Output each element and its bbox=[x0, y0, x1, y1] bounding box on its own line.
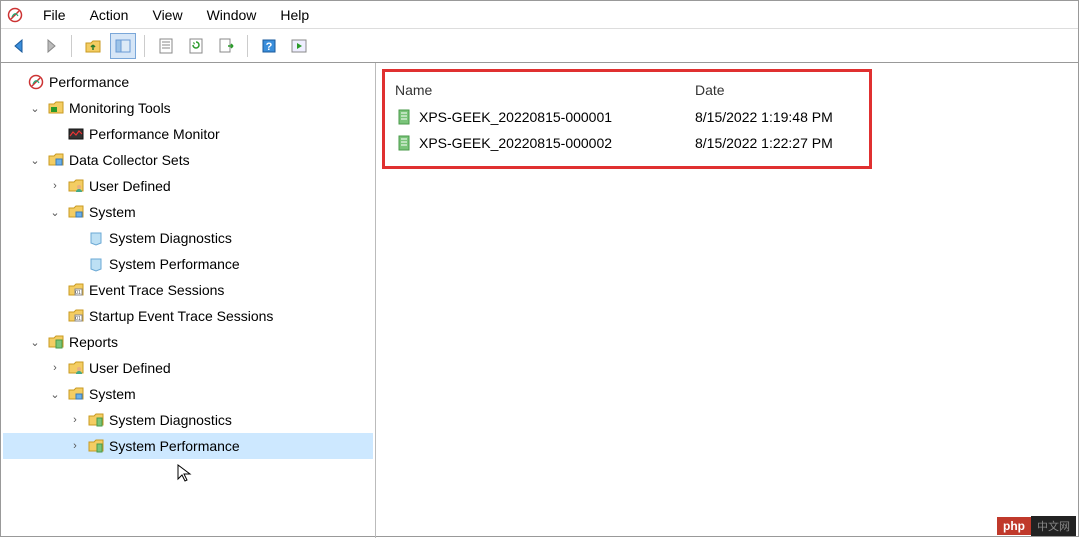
tree-label: System bbox=[89, 386, 136, 402]
folder-report-icon bbox=[87, 437, 105, 455]
tree-label: System Diagnostics bbox=[109, 412, 232, 428]
expander-icon[interactable]: › bbox=[47, 180, 63, 192]
tree-data-collector-sets[interactable]: ⌄ Data Collector Sets bbox=[3, 147, 373, 173]
menu-view[interactable]: View bbox=[148, 5, 186, 25]
list-header: Name Date bbox=[391, 76, 863, 104]
list-item[interactable]: XPS-GEEK_20220815-000001 8/15/2022 1:19:… bbox=[391, 104, 863, 130]
expander-icon[interactable]: ⌄ bbox=[27, 154, 43, 167]
tree-label: Data Collector Sets bbox=[69, 152, 190, 168]
toolbar-separator bbox=[71, 35, 72, 57]
menubar: File Action View Window Help bbox=[1, 1, 1078, 29]
expander-icon[interactable]: › bbox=[67, 414, 83, 426]
app-icon bbox=[7, 7, 23, 23]
content-panel: Name Date XPS-GEEK_20220815-000001 8/15/… bbox=[376, 63, 1078, 538]
collector-icon bbox=[87, 229, 105, 247]
expander-icon[interactable]: ⌄ bbox=[27, 102, 43, 115]
back-button[interactable] bbox=[7, 33, 33, 59]
tree-label: System Performance bbox=[109, 438, 240, 454]
item-date: 8/15/2022 1:19:48 PM bbox=[691, 109, 863, 125]
tree-performance-monitor[interactable]: ▸ Performance Monitor bbox=[3, 121, 373, 147]
tree-label: System bbox=[89, 204, 136, 220]
folder-reports-icon bbox=[47, 333, 65, 351]
report-icon bbox=[395, 108, 413, 126]
expander-icon[interactable]: › bbox=[47, 362, 63, 374]
menu-help[interactable]: Help bbox=[276, 5, 313, 25]
expander-icon[interactable]: › bbox=[67, 440, 83, 452]
mouse-cursor-icon bbox=[176, 463, 196, 483]
tree-event-trace-sessions[interactable]: ▸ 01 Event Trace Sessions bbox=[3, 277, 373, 303]
tree-label: Performance bbox=[49, 74, 129, 90]
report-icon bbox=[395, 134, 413, 152]
tree-panel: ▾ Performance ⌄ Monitoring Tools ▸ Perfo… bbox=[1, 63, 376, 538]
properties-button[interactable] bbox=[153, 33, 179, 59]
menu-file[interactable]: File bbox=[39, 5, 70, 25]
folder-trace-icon: 01 bbox=[67, 307, 85, 325]
folder-user-icon bbox=[67, 177, 85, 195]
tree-dcs-user-defined[interactable]: › User Defined bbox=[3, 173, 373, 199]
tree-dcs-system-diagnostics[interactable]: ▸ System Diagnostics bbox=[3, 225, 373, 251]
toolbar: ? bbox=[1, 29, 1078, 63]
tree-label: Reports bbox=[69, 334, 118, 350]
watermark-left: php bbox=[997, 517, 1031, 535]
tree-rep-user-defined[interactable]: › User Defined bbox=[3, 355, 373, 381]
expander-icon[interactable]: ⌄ bbox=[47, 388, 63, 401]
collector-icon bbox=[87, 255, 105, 273]
item-name: XPS-GEEK_20220815-000002 bbox=[419, 135, 612, 151]
watermark: php 中文网 bbox=[997, 516, 1076, 536]
list-item[interactable]: XPS-GEEK_20220815-000002 8/15/2022 1:22:… bbox=[391, 130, 863, 156]
tree-reports[interactable]: ⌄ Reports bbox=[3, 329, 373, 355]
tree-label: User Defined bbox=[89, 360, 171, 376]
svg-text:01: 01 bbox=[75, 290, 81, 296]
tree-dcs-system-performance[interactable]: ▸ System Performance bbox=[3, 251, 373, 277]
tree-rep-system-performance[interactable]: › System Performance bbox=[3, 433, 373, 459]
folder-trace-icon: 01 bbox=[67, 281, 85, 299]
folder-system-icon bbox=[67, 203, 85, 221]
tree-label: User Defined bbox=[89, 178, 171, 194]
tree-dcs-system[interactable]: ⌄ System bbox=[3, 199, 373, 225]
performance-icon bbox=[27, 73, 45, 91]
tree-rep-system[interactable]: ⌄ System bbox=[3, 381, 373, 407]
toolbar-separator bbox=[247, 35, 248, 57]
folder-system-icon bbox=[67, 385, 85, 403]
toolbar-separator bbox=[144, 35, 145, 57]
watermark-right: 中文网 bbox=[1031, 516, 1076, 536]
tree-label: Monitoring Tools bbox=[69, 100, 171, 116]
expander-icon[interactable]: ⌄ bbox=[27, 336, 43, 349]
menu-action[interactable]: Action bbox=[86, 5, 133, 25]
help-button[interactable]: ? bbox=[256, 33, 282, 59]
tree-label: Event Trace Sessions bbox=[89, 282, 224, 298]
folder-report-icon bbox=[87, 411, 105, 429]
svg-text:01: 01 bbox=[75, 316, 81, 322]
menu-window[interactable]: Window bbox=[203, 5, 261, 25]
tree-root-performance[interactable]: ▾ Performance bbox=[3, 69, 373, 95]
tree-rep-system-diagnostics[interactable]: › System Diagnostics bbox=[3, 407, 373, 433]
expander-icon[interactable]: ⌄ bbox=[47, 206, 63, 219]
folder-icon bbox=[47, 99, 65, 117]
column-header-name[interactable]: Name bbox=[391, 82, 691, 98]
show-hide-tree-button[interactable] bbox=[110, 33, 136, 59]
run-button[interactable] bbox=[286, 33, 312, 59]
tree-startup-event-trace-sessions[interactable]: ▸ 01 Startup Event Trace Sessions bbox=[3, 303, 373, 329]
tree-label: System Performance bbox=[109, 256, 240, 272]
svg-text:?: ? bbox=[266, 41, 273, 53]
export-button[interactable] bbox=[213, 33, 239, 59]
tree-label: System Diagnostics bbox=[109, 230, 232, 246]
highlight-box: Name Date XPS-GEEK_20220815-000001 8/15/… bbox=[382, 69, 872, 169]
item-name: XPS-GEEK_20220815-000001 bbox=[419, 109, 612, 125]
column-header-date[interactable]: Date bbox=[691, 82, 863, 98]
item-date: 8/15/2022 1:22:27 PM bbox=[691, 135, 863, 151]
forward-button[interactable] bbox=[37, 33, 63, 59]
tree-label: Performance Monitor bbox=[89, 126, 220, 142]
refresh-button[interactable] bbox=[183, 33, 209, 59]
folder-user-icon bbox=[67, 359, 85, 377]
folder-icon bbox=[47, 151, 65, 169]
tree-label: Startup Event Trace Sessions bbox=[89, 308, 273, 324]
monitor-icon bbox=[67, 125, 85, 143]
up-folder-button[interactable] bbox=[80, 33, 106, 59]
main-area: ▾ Performance ⌄ Monitoring Tools ▸ Perfo… bbox=[1, 63, 1078, 538]
tree-monitoring-tools[interactable]: ⌄ Monitoring Tools bbox=[3, 95, 373, 121]
